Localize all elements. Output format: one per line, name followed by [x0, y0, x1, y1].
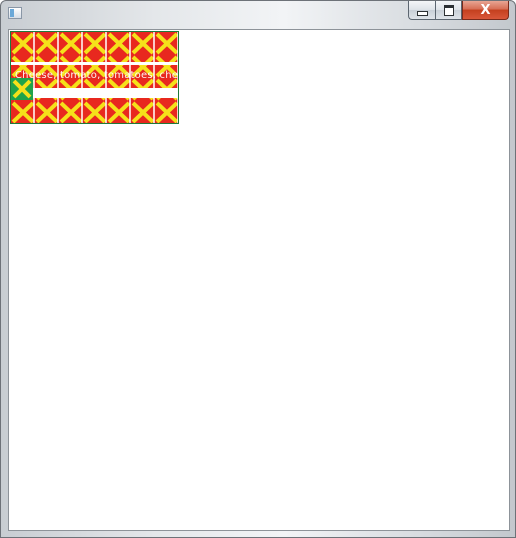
caption-buttons: X: [408, 1, 509, 21]
window-bottom-border: [1, 530, 515, 537]
app-icon[interactable]: [8, 7, 22, 19]
pattern-tile: [35, 101, 59, 123]
pattern-tile: [155, 101, 178, 123]
pattern-tile: [59, 101, 83, 123]
client-area[interactable]: Cheese, tomato, tomatoes, cheese: [8, 29, 510, 531]
pattern-tile: [107, 32, 131, 55]
pattern-tile: [11, 32, 35, 55]
tiled-pattern: Cheese, tomato, tomatoes, cheese: [10, 31, 179, 124]
pattern-tile: [83, 101, 107, 123]
pattern-tile: [59, 32, 83, 55]
title-bar[interactable]: X: [1, 1, 515, 29]
pattern-tile: [11, 101, 35, 123]
close-button[interactable]: X: [462, 1, 509, 20]
pattern-band: [33, 88, 178, 98]
minimize-icon: [416, 10, 428, 16]
pattern-tile: [155, 32, 178, 55]
pattern-tile: [107, 101, 131, 123]
pattern-tile: [131, 101, 155, 123]
pattern-tile: [131, 32, 155, 55]
minimize-button[interactable]: [408, 1, 435, 20]
close-icon: X: [480, 2, 491, 18]
app-window: X Cheese, tomato, tomatoes, cheese: [0, 0, 516, 538]
pattern-tile: [83, 32, 107, 55]
pattern-green-tile: [11, 78, 33, 100]
maximize-button[interactable]: [435, 1, 462, 20]
maximize-icon: [443, 4, 454, 16]
overlay-text: Cheese, tomato, tomatoes, cheese: [15, 70, 179, 81]
pattern-stripe: [11, 62, 178, 65]
pattern-tile: [35, 32, 59, 55]
